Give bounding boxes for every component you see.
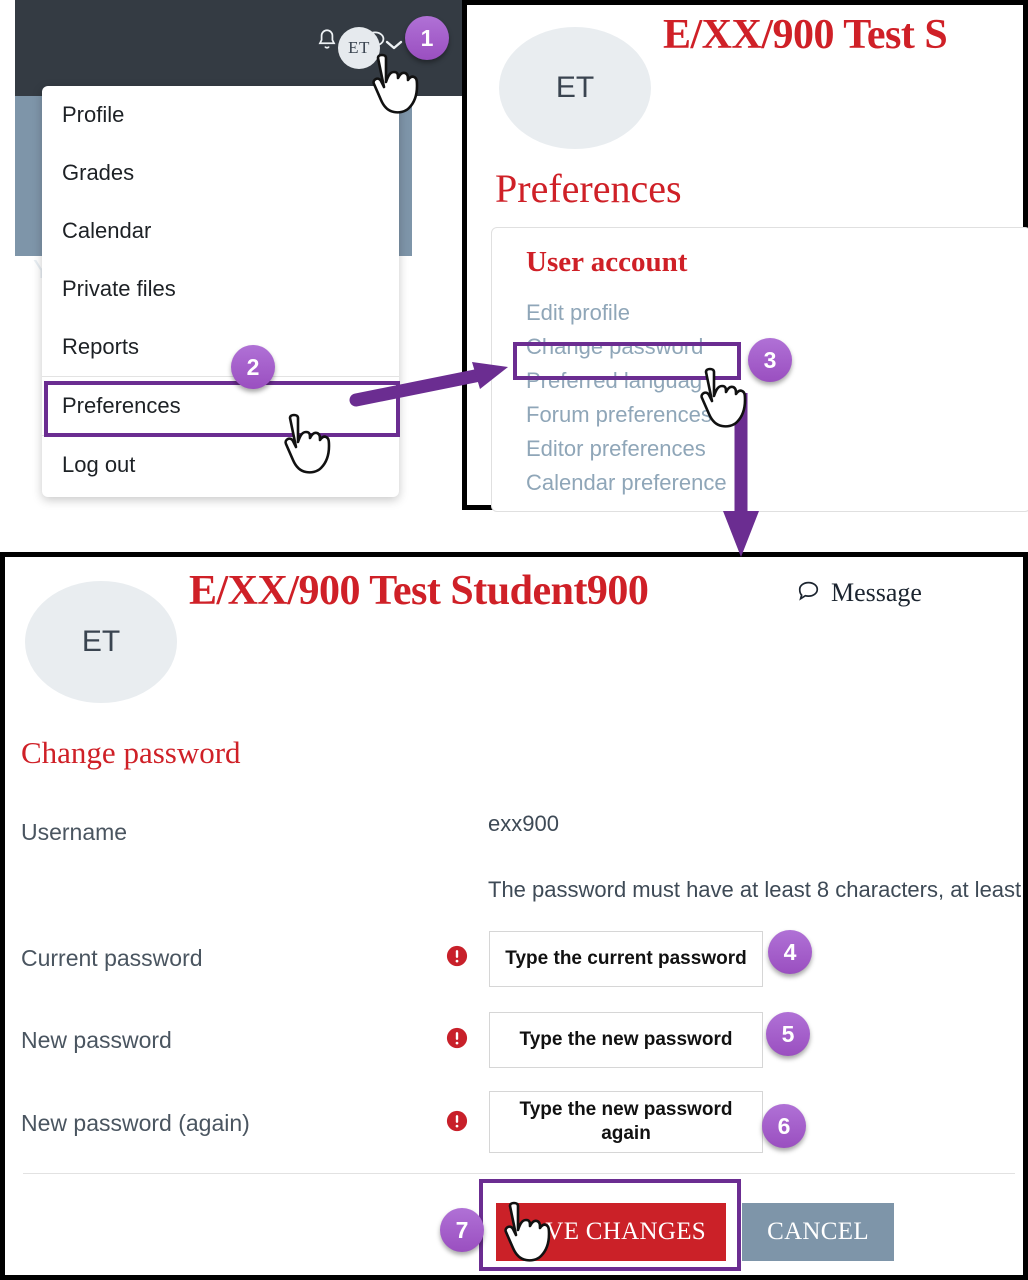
cancel-button[interactable]: CANCEL <box>742 1203 894 1261</box>
new-password-again-input[interactable]: Type the new password again <box>489 1091 763 1153</box>
password-policy-help-text: The password must have at least 8 charac… <box>488 877 1022 902</box>
exclamation-circle-icon <box>446 1110 468 1132</box>
menu-item-label: Log out <box>62 452 136 477</box>
new-password-label: New password <box>21 1027 172 1053</box>
avatar[interactable]: ET <box>338 27 380 69</box>
avatar-initials: ET <box>81 625 121 658</box>
chevron-down-icon[interactable] <box>384 38 404 52</box>
menu-item-preferences[interactable]: Preferences <box>42 377 399 435</box>
message-label: Message <box>831 578 922 607</box>
link-edit-profile[interactable]: Edit profile <box>526 300 630 326</box>
speech-bubble-icon <box>795 577 822 609</box>
username-value: exx900 <box>488 811 559 836</box>
form-divider <box>23 1173 1015 1174</box>
exclamation-circle-icon <box>446 945 468 967</box>
avatar-initials: ET <box>348 38 370 57</box>
page-user-name: E/XX/900 Test Student900 <box>189 568 649 614</box>
link-preferred-language[interactable]: Preferred languag <box>526 368 702 394</box>
current-password-input[interactable]: Type the current password <box>489 931 763 987</box>
link-forum-preferences[interactable]: Forum preferences <box>526 402 712 428</box>
bell-icon[interactable] <box>314 27 340 53</box>
current-password-label: Current password <box>21 945 203 971</box>
username-label: Username <box>21 819 128 845</box>
user-account-card: User account Edit profile Change passwor… <box>491 227 1028 512</box>
menu-item-label: Preferences <box>62 393 181 418</box>
menu-item-label: Private files <box>62 276 176 301</box>
avatar-initials: ET <box>555 71 595 104</box>
menu-item-reports[interactable]: Reports <box>42 318 399 376</box>
menu-item-label: Profile <box>62 102 125 127</box>
avatar: ET <box>25 581 177 703</box>
preferences-screenshot-panel: ET E/XX/900 Test S Preferences User acco… <box>462 0 1028 512</box>
link-change-password[interactable]: Change password <box>526 334 703 360</box>
message-action[interactable]: Message <box>795 577 922 609</box>
change-password-screenshot-panel: ET E/XX/900 Test Student900 Message Chan… <box>0 552 1028 1280</box>
menu-item-profile[interactable]: Profile <box>42 86 399 144</box>
link-editor-preferences[interactable]: Editor preferences <box>526 436 706 462</box>
exclamation-circle-icon <box>446 1027 468 1049</box>
avatar: ET <box>499 27 651 149</box>
menu-item-grades[interactable]: Grades <box>42 144 399 202</box>
page-title: Change password <box>21 735 241 770</box>
new-password-input[interactable]: Type the new password <box>489 1012 763 1068</box>
menu-item-private-files[interactable]: Private files <box>42 260 399 318</box>
site-navbar: ET <box>15 0 462 96</box>
user-menu-dropdown: Profile Grades Calendar Private files Re… <box>42 86 399 497</box>
menu-item-log-out[interactable]: Log out <box>42 436 399 494</box>
menu-item-label: Grades <box>62 160 135 185</box>
menu-item-calendar[interactable]: Calendar <box>42 202 399 260</box>
new-password-again-label: New password (again) <box>21 1110 250 1136</box>
link-calendar-preferences[interactable]: Calendar preference <box>526 470 727 496</box>
menu-item-label: Reports <box>62 334 140 359</box>
card-heading: User account <box>526 246 688 278</box>
page-title: Preferences <box>495 166 682 211</box>
save-changes-button[interactable]: SAVE CHANGES <box>496 1203 726 1261</box>
user-menu-screenshot-panel: ET Y & Profile Grades Calendar Private f… <box>0 0 462 510</box>
menu-item-label: Calendar <box>62 218 152 243</box>
page-user-name: E/XX/900 Test S <box>663 12 948 58</box>
